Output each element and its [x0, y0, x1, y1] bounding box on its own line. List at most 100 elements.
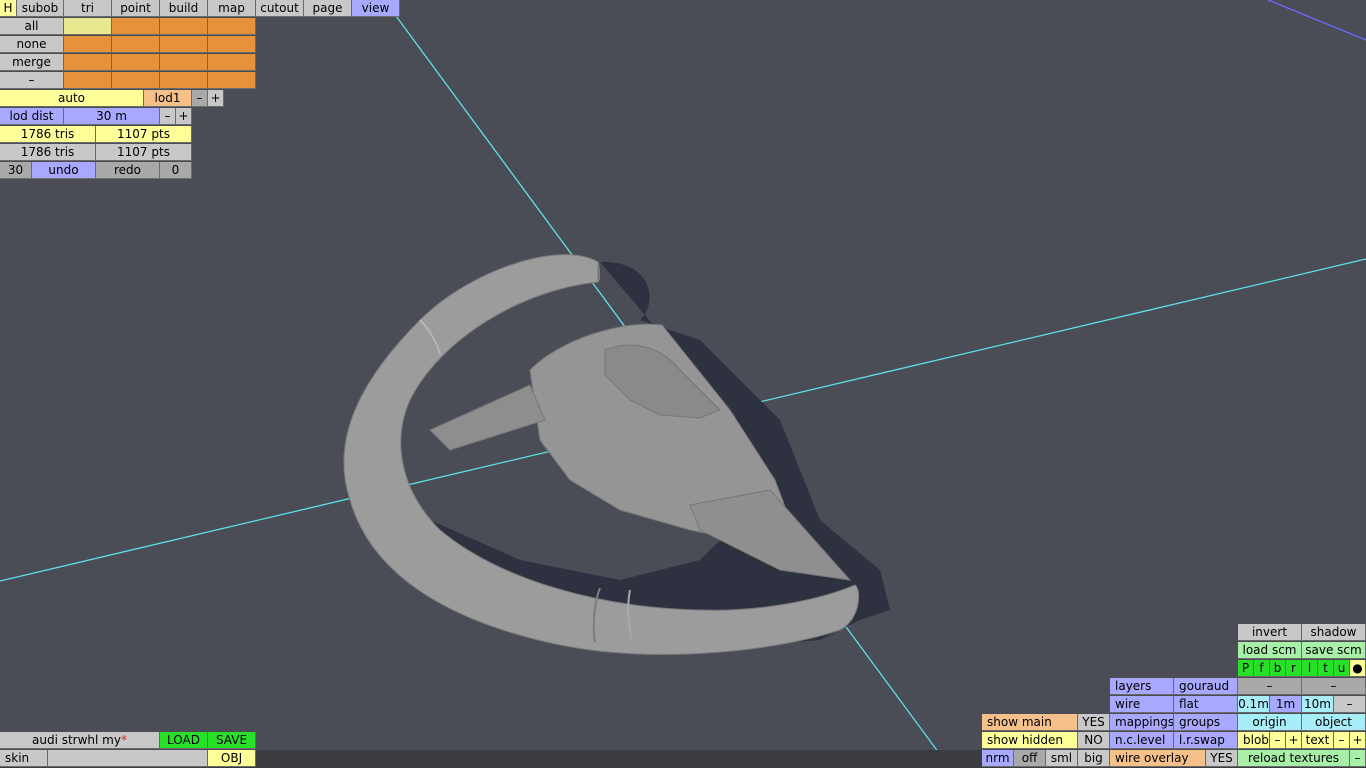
big-size-button[interactable]: big: [1078, 750, 1110, 767]
lod-minus-button[interactable]: –: [192, 90, 208, 107]
select-cell[interactable]: [64, 72, 112, 89]
skin-field[interactable]: [48, 750, 208, 767]
lod-plus-button[interactable]: +: [208, 90, 224, 107]
shadow-button[interactable]: shadow: [1302, 624, 1366, 641]
normal-size-button[interactable]: nrm: [982, 750, 1014, 767]
show-hidden-button[interactable]: show hidden: [982, 732, 1078, 749]
blob-button[interactable]: blob: [1238, 732, 1270, 749]
select-cell[interactable]: [208, 54, 256, 71]
load-button[interactable]: LOAD: [160, 732, 208, 749]
layers-button[interactable]: layers: [1110, 678, 1174, 695]
save-button[interactable]: SAVE: [208, 732, 256, 749]
grid-minus-button[interactable]: –: [1334, 696, 1366, 713]
select-all-button[interactable]: all: [0, 18, 64, 35]
select-cell[interactable]: [112, 54, 160, 71]
select-cell[interactable]: [160, 54, 208, 71]
select-cell[interactable]: [64, 54, 112, 71]
blob-plus-button[interactable]: +: [1286, 732, 1302, 749]
minus-button[interactable]: –: [1302, 678, 1366, 695]
nc-level-button[interactable]: n.c.level: [1110, 732, 1174, 749]
pts-count: 1107 pts: [96, 126, 192, 143]
view-dot-button[interactable]: ●: [1350, 660, 1366, 677]
lod-dist-value[interactable]: 30 m: [64, 108, 160, 125]
tab-map[interactable]: map: [208, 0, 256, 17]
tris-count: 1786 tris: [0, 126, 96, 143]
tab-tri[interactable]: tri: [64, 0, 112, 17]
lod-dist-minus-button[interactable]: –: [160, 108, 176, 125]
reload-minus-button[interactable]: –: [1350, 750, 1366, 767]
select-cell[interactable]: [160, 72, 208, 89]
select-cell[interactable]: [160, 36, 208, 53]
select-cell[interactable]: [64, 18, 112, 35]
wire-overlay-button[interactable]: wire overlay: [1110, 750, 1206, 767]
filename-text: audi strwhl my: [32, 733, 121, 747]
select-cell[interactable]: [112, 72, 160, 89]
lod-dist-plus-button[interactable]: +: [176, 108, 192, 125]
lr-swap-button[interactable]: l.r.swap: [1174, 732, 1238, 749]
lod-auto-button[interactable]: auto: [0, 90, 144, 107]
3d-viewport[interactable]: [0, 0, 1366, 768]
show-main-button[interactable]: show main: [982, 714, 1078, 731]
wire-overlay-value[interactable]: YES: [1206, 750, 1238, 767]
view-right-button[interactable]: r: [1286, 660, 1302, 677]
steering-wheel-model: [343, 254, 890, 655]
object-button[interactable]: object: [1302, 714, 1366, 731]
tab-view[interactable]: view: [352, 0, 400, 17]
text-button[interactable]: text: [1302, 732, 1334, 749]
reload-textures-button[interactable]: reload textures: [1238, 750, 1350, 767]
undo-count: 30: [0, 162, 32, 179]
select-minus-button[interactable]: –: [0, 72, 64, 89]
lod-level-button[interactable]: lod1: [144, 90, 192, 107]
select-cell[interactable]: [208, 72, 256, 89]
origin-button[interactable]: origin: [1238, 714, 1302, 731]
save-scm-button[interactable]: save scm: [1302, 642, 1366, 659]
select-cell[interactable]: [208, 36, 256, 53]
select-cell[interactable]: [112, 36, 160, 53]
lod-dist-label: lod dist: [0, 108, 64, 125]
obj-button[interactable]: OBJ: [208, 750, 256, 767]
view-left-button[interactable]: l: [1302, 660, 1318, 677]
axis-line: [1267, 0, 1366, 41]
pts-count: 1107 pts: [96, 144, 192, 161]
undo-button[interactable]: undo: [32, 162, 96, 179]
select-cell[interactable]: [64, 36, 112, 53]
select-none-button[interactable]: none: [0, 36, 64, 53]
select-cell[interactable]: [160, 18, 208, 35]
tab-build[interactable]: build: [160, 0, 208, 17]
tab-subob[interactable]: subob: [17, 0, 64, 17]
mappings-button[interactable]: mappings: [1110, 714, 1174, 731]
wire-button[interactable]: wire: [1110, 696, 1174, 713]
gouraud-button[interactable]: gouraud: [1174, 678, 1238, 695]
off-size-button[interactable]: off: [1014, 750, 1046, 767]
tab-point[interactable]: point: [112, 0, 160, 17]
show-hidden-value[interactable]: NO: [1078, 732, 1110, 749]
groups-button[interactable]: groups: [1174, 714, 1238, 731]
grid-0-1m-button[interactable]: 0.1m: [1238, 696, 1270, 713]
merge-button[interactable]: merge: [0, 54, 64, 71]
select-cell[interactable]: [208, 18, 256, 35]
grid-1m-button[interactable]: 1m: [1270, 696, 1302, 713]
select-cell[interactable]: [112, 18, 160, 35]
show-main-value[interactable]: YES: [1078, 714, 1110, 731]
modified-marker: *: [120, 733, 127, 747]
help-button[interactable]: H: [0, 0, 17, 17]
text-minus-button[interactable]: –: [1334, 732, 1350, 749]
view-under-button[interactable]: u: [1334, 660, 1350, 677]
tab-page[interactable]: page: [304, 0, 352, 17]
view-perspective-button[interactable]: P: [1238, 660, 1254, 677]
skin-button[interactable]: skin: [0, 750, 48, 767]
load-scm-button[interactable]: load scm: [1238, 642, 1302, 659]
tab-cutout[interactable]: cutout: [256, 0, 304, 17]
minus-button[interactable]: –: [1238, 678, 1302, 695]
grid-10m-button[interactable]: 10m: [1302, 696, 1334, 713]
redo-button[interactable]: redo: [96, 162, 160, 179]
text-plus-button[interactable]: +: [1350, 732, 1366, 749]
flat-button[interactable]: flat: [1174, 696, 1238, 713]
invert-button[interactable]: invert: [1238, 624, 1302, 641]
small-size-button[interactable]: sml: [1046, 750, 1078, 767]
view-back-button[interactable]: b: [1270, 660, 1286, 677]
view-top-button[interactable]: t: [1318, 660, 1334, 677]
blob-minus-button[interactable]: –: [1270, 732, 1286, 749]
filename-field[interactable]: audi strwhl my*: [0, 732, 160, 749]
view-front-button[interactable]: f: [1254, 660, 1270, 677]
